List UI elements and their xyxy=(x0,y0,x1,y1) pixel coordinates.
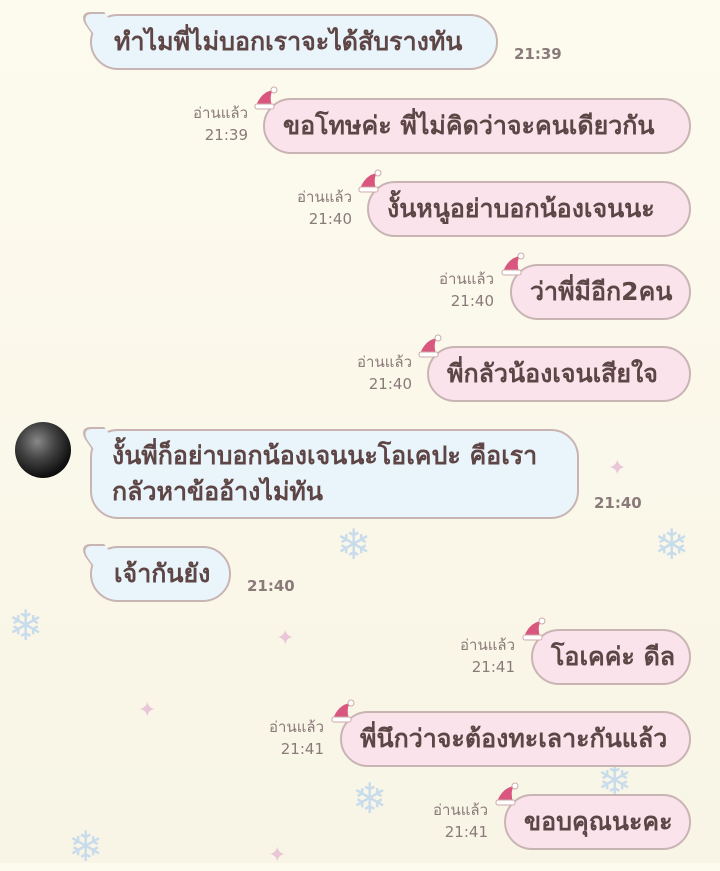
read-receipt: อ่านแล้ว 21:41 xyxy=(269,718,324,758)
message-text: ทำไมพี่ไม่บอกเราจะได้สับรางทัน xyxy=(114,27,463,56)
snowflake-icon: ✦ xyxy=(138,698,157,723)
outgoing-message-bubble[interactable]: งั้นหนูอย่าบอกน้องเจนนะ xyxy=(358,169,691,237)
snowflake-icon: ❄ xyxy=(68,822,104,871)
message-time: 21:40 xyxy=(247,577,295,595)
santa-hat-icon xyxy=(358,169,382,193)
message-text: โอเคค่ะ ดีล xyxy=(551,642,676,671)
santa-hat-icon xyxy=(331,699,355,723)
message-text: พี่นึกว่าจะต้องทะเลาะกันแล้ว xyxy=(360,724,668,753)
santa-hat-icon xyxy=(418,334,442,358)
message-text: งั้นพี่ก็อย่าบอกน้องเจนนะโอเคปะ คือเรา xyxy=(112,441,538,470)
outgoing-message-bubble[interactable]: ขอโทษค่ะ พี่ไม่คิดว่าจะคนเดียวกัน xyxy=(254,86,691,154)
snowflake-icon: ❄ xyxy=(336,520,372,569)
santa-hat-icon xyxy=(495,782,519,806)
message-text: งั้นหนูอย่าบอกน้องเจนนะ xyxy=(387,194,655,223)
snowflake-icon: ✦ xyxy=(608,456,627,481)
message-text: ขอบคุณนะคะ xyxy=(524,807,673,836)
snowflake-icon: ❄ xyxy=(8,601,44,650)
santa-hat-icon xyxy=(254,86,278,110)
message-text: ว่าพี่มีอีก2คน xyxy=(530,277,673,306)
message-text: เจ้ากันยัง xyxy=(114,559,211,588)
sender-avatar[interactable] xyxy=(15,422,71,478)
outgoing-message-bubble[interactable]: ว่าพี่มีอีก2คน xyxy=(501,252,691,320)
snowflake-icon: ❄ xyxy=(654,520,690,569)
incoming-message-bubble[interactable]: งั้นพี่ก็อย่าบอกน้องเจนนะโอเคปะ คือเรา ก… xyxy=(76,427,579,519)
outgoing-message-bubble[interactable]: ขอบคุณนะคะ xyxy=(495,782,691,850)
outgoing-message-bubble[interactable]: พี่กลัวน้องเจนเสียใจ xyxy=(418,334,691,402)
incoming-message-bubble[interactable]: เจ้ากันยัง xyxy=(76,544,231,602)
incoming-message-bubble[interactable]: ทำไมพี่ไม่บอกเราจะได้สับรางทัน xyxy=(76,12,498,70)
read-receipt: อ่านแล้ว 21:40 xyxy=(357,353,412,393)
message-time: 21:40 xyxy=(594,494,642,512)
read-receipt: อ่านแล้ว 21:40 xyxy=(439,270,494,310)
message-text: กลัวหาข้ออ้างไม่ทัน xyxy=(112,477,323,506)
outgoing-message-bubble[interactable]: พี่นึกว่าจะต้องทะเลาะกันแล้ว xyxy=(331,699,691,767)
outgoing-message-bubble[interactable]: โอเคค่ะ ดีล xyxy=(522,617,691,685)
message-text: ขอโทษค่ะ พี่ไม่คิดว่าจะคนเดียวกัน xyxy=(283,111,655,140)
message-time: 21:39 xyxy=(514,45,562,63)
santa-hat-icon xyxy=(522,617,546,641)
santa-hat-icon xyxy=(501,252,525,276)
snowflake-icon: ✦ xyxy=(268,843,287,868)
read-receipt: อ่านแล้ว 21:39 xyxy=(193,104,248,144)
snowflake-icon: ✦ xyxy=(276,626,295,651)
read-receipt: อ่านแล้ว 21:41 xyxy=(433,801,488,841)
read-receipt: อ่านแล้ว 21:40 xyxy=(297,188,352,228)
message-text: พี่กลัวน้องเจนเสียใจ xyxy=(447,359,658,388)
snowflake-icon: ❄ xyxy=(352,774,388,823)
read-receipt: อ่านแล้ว 21:41 xyxy=(460,636,515,676)
